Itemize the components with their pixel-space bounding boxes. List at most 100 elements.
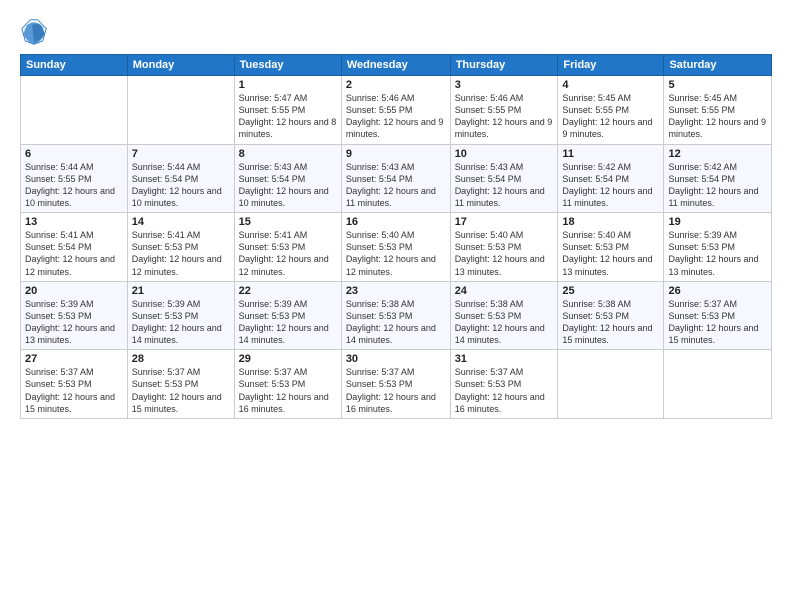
weekday-header-saturday: Saturday bbox=[664, 55, 772, 76]
day-number: 26 bbox=[668, 285, 767, 297]
day-number: 20 bbox=[25, 285, 123, 297]
logo-icon bbox=[20, 18, 48, 46]
week-row-3: 13Sunrise: 5:41 AMSunset: 5:54 PMDayligh… bbox=[21, 213, 772, 282]
day-info: Sunrise: 5:37 AMSunset: 5:53 PMDaylight:… bbox=[455, 366, 554, 415]
day-info: Sunrise: 5:43 AMSunset: 5:54 PMDaylight:… bbox=[239, 161, 337, 210]
day-info: Sunrise: 5:39 AMSunset: 5:53 PMDaylight:… bbox=[132, 298, 230, 347]
calendar-cell: 4Sunrise: 5:45 AMSunset: 5:55 PMDaylight… bbox=[558, 76, 664, 145]
calendar-cell: 12Sunrise: 5:42 AMSunset: 5:54 PMDayligh… bbox=[664, 144, 772, 213]
day-info: Sunrise: 5:37 AMSunset: 5:53 PMDaylight:… bbox=[132, 366, 230, 415]
day-number: 4 bbox=[562, 79, 659, 91]
weekday-header-wednesday: Wednesday bbox=[341, 55, 450, 76]
day-number: 8 bbox=[239, 148, 337, 160]
day-number: 15 bbox=[239, 216, 337, 228]
calendar-cell: 10Sunrise: 5:43 AMSunset: 5:54 PMDayligh… bbox=[450, 144, 558, 213]
day-info: Sunrise: 5:47 AMSunset: 5:55 PMDaylight:… bbox=[239, 92, 337, 141]
calendar-cell: 31Sunrise: 5:37 AMSunset: 5:53 PMDayligh… bbox=[450, 350, 558, 419]
day-info: Sunrise: 5:38 AMSunset: 5:53 PMDaylight:… bbox=[346, 298, 446, 347]
calendar-cell: 7Sunrise: 5:44 AMSunset: 5:54 PMDaylight… bbox=[127, 144, 234, 213]
calendar-cell: 24Sunrise: 5:38 AMSunset: 5:53 PMDayligh… bbox=[450, 281, 558, 350]
day-info: Sunrise: 5:37 AMSunset: 5:53 PMDaylight:… bbox=[239, 366, 337, 415]
calendar-cell: 13Sunrise: 5:41 AMSunset: 5:54 PMDayligh… bbox=[21, 213, 128, 282]
calendar-cell: 27Sunrise: 5:37 AMSunset: 5:53 PMDayligh… bbox=[21, 350, 128, 419]
calendar-cell bbox=[21, 76, 128, 145]
day-info: Sunrise: 5:41 AMSunset: 5:53 PMDaylight:… bbox=[132, 229, 230, 278]
weekday-header-row: SundayMondayTuesdayWednesdayThursdayFrid… bbox=[21, 55, 772, 76]
calendar-cell: 22Sunrise: 5:39 AMSunset: 5:53 PMDayligh… bbox=[234, 281, 341, 350]
day-number: 28 bbox=[132, 353, 230, 365]
calendar-cell: 14Sunrise: 5:41 AMSunset: 5:53 PMDayligh… bbox=[127, 213, 234, 282]
calendar-cell bbox=[664, 350, 772, 419]
calendar-cell: 11Sunrise: 5:42 AMSunset: 5:54 PMDayligh… bbox=[558, 144, 664, 213]
weekday-header-tuesday: Tuesday bbox=[234, 55, 341, 76]
day-info: Sunrise: 5:44 AMSunset: 5:55 PMDaylight:… bbox=[25, 161, 123, 210]
calendar-cell: 29Sunrise: 5:37 AMSunset: 5:53 PMDayligh… bbox=[234, 350, 341, 419]
day-info: Sunrise: 5:41 AMSunset: 5:54 PMDaylight:… bbox=[25, 229, 123, 278]
calendar-cell: 17Sunrise: 5:40 AMSunset: 5:53 PMDayligh… bbox=[450, 213, 558, 282]
week-row-5: 27Sunrise: 5:37 AMSunset: 5:53 PMDayligh… bbox=[21, 350, 772, 419]
day-number: 24 bbox=[455, 285, 554, 297]
day-info: Sunrise: 5:39 AMSunset: 5:53 PMDaylight:… bbox=[668, 229, 767, 278]
day-number: 19 bbox=[668, 216, 767, 228]
day-info: Sunrise: 5:40 AMSunset: 5:53 PMDaylight:… bbox=[455, 229, 554, 278]
day-info: Sunrise: 5:43 AMSunset: 5:54 PMDaylight:… bbox=[346, 161, 446, 210]
week-row-1: 1Sunrise: 5:47 AMSunset: 5:55 PMDaylight… bbox=[21, 76, 772, 145]
day-info: Sunrise: 5:40 AMSunset: 5:53 PMDaylight:… bbox=[562, 229, 659, 278]
calendar-cell: 19Sunrise: 5:39 AMSunset: 5:53 PMDayligh… bbox=[664, 213, 772, 282]
calendar-cell: 16Sunrise: 5:40 AMSunset: 5:53 PMDayligh… bbox=[341, 213, 450, 282]
day-info: Sunrise: 5:39 AMSunset: 5:53 PMDaylight:… bbox=[239, 298, 337, 347]
calendar-cell: 21Sunrise: 5:39 AMSunset: 5:53 PMDayligh… bbox=[127, 281, 234, 350]
calendar-cell: 5Sunrise: 5:45 AMSunset: 5:55 PMDaylight… bbox=[664, 76, 772, 145]
day-number: 2 bbox=[346, 79, 446, 91]
day-number: 18 bbox=[562, 216, 659, 228]
calendar-cell: 26Sunrise: 5:37 AMSunset: 5:53 PMDayligh… bbox=[664, 281, 772, 350]
calendar-cell: 8Sunrise: 5:43 AMSunset: 5:54 PMDaylight… bbox=[234, 144, 341, 213]
day-number: 3 bbox=[455, 79, 554, 91]
weekday-header-thursday: Thursday bbox=[450, 55, 558, 76]
calendar-cell: 25Sunrise: 5:38 AMSunset: 5:53 PMDayligh… bbox=[558, 281, 664, 350]
day-number: 30 bbox=[346, 353, 446, 365]
day-number: 5 bbox=[668, 79, 767, 91]
calendar-cell: 18Sunrise: 5:40 AMSunset: 5:53 PMDayligh… bbox=[558, 213, 664, 282]
logo bbox=[20, 18, 52, 46]
calendar-cell: 6Sunrise: 5:44 AMSunset: 5:55 PMDaylight… bbox=[21, 144, 128, 213]
calendar-cell: 9Sunrise: 5:43 AMSunset: 5:54 PMDaylight… bbox=[341, 144, 450, 213]
day-number: 12 bbox=[668, 148, 767, 160]
day-number: 25 bbox=[562, 285, 659, 297]
weekday-header-sunday: Sunday bbox=[21, 55, 128, 76]
day-number: 14 bbox=[132, 216, 230, 228]
calendar-table: SundayMondayTuesdayWednesdayThursdayFrid… bbox=[20, 54, 772, 419]
day-info: Sunrise: 5:43 AMSunset: 5:54 PMDaylight:… bbox=[455, 161, 554, 210]
day-info: Sunrise: 5:45 AMSunset: 5:55 PMDaylight:… bbox=[562, 92, 659, 141]
calendar-cell: 15Sunrise: 5:41 AMSunset: 5:53 PMDayligh… bbox=[234, 213, 341, 282]
day-number: 16 bbox=[346, 216, 446, 228]
day-number: 7 bbox=[132, 148, 230, 160]
calendar-cell bbox=[127, 76, 234, 145]
calendar-cell: 2Sunrise: 5:46 AMSunset: 5:55 PMDaylight… bbox=[341, 76, 450, 145]
header bbox=[20, 18, 772, 46]
day-info: Sunrise: 5:42 AMSunset: 5:54 PMDaylight:… bbox=[562, 161, 659, 210]
day-number: 29 bbox=[239, 353, 337, 365]
day-number: 13 bbox=[25, 216, 123, 228]
day-info: Sunrise: 5:37 AMSunset: 5:53 PMDaylight:… bbox=[25, 366, 123, 415]
day-info: Sunrise: 5:40 AMSunset: 5:53 PMDaylight:… bbox=[346, 229, 446, 278]
calendar-cell: 20Sunrise: 5:39 AMSunset: 5:53 PMDayligh… bbox=[21, 281, 128, 350]
day-number: 6 bbox=[25, 148, 123, 160]
day-info: Sunrise: 5:46 AMSunset: 5:55 PMDaylight:… bbox=[346, 92, 446, 141]
weekday-header-friday: Friday bbox=[558, 55, 664, 76]
day-number: 9 bbox=[346, 148, 446, 160]
day-info: Sunrise: 5:44 AMSunset: 5:54 PMDaylight:… bbox=[132, 161, 230, 210]
calendar-cell: 30Sunrise: 5:37 AMSunset: 5:53 PMDayligh… bbox=[341, 350, 450, 419]
day-number: 21 bbox=[132, 285, 230, 297]
day-number: 22 bbox=[239, 285, 337, 297]
day-info: Sunrise: 5:39 AMSunset: 5:53 PMDaylight:… bbox=[25, 298, 123, 347]
day-number: 27 bbox=[25, 353, 123, 365]
weekday-header-monday: Monday bbox=[127, 55, 234, 76]
calendar-cell: 1Sunrise: 5:47 AMSunset: 5:55 PMDaylight… bbox=[234, 76, 341, 145]
day-number: 17 bbox=[455, 216, 554, 228]
day-number: 1 bbox=[239, 79, 337, 91]
day-info: Sunrise: 5:37 AMSunset: 5:53 PMDaylight:… bbox=[668, 298, 767, 347]
calendar-cell: 23Sunrise: 5:38 AMSunset: 5:53 PMDayligh… bbox=[341, 281, 450, 350]
day-info: Sunrise: 5:38 AMSunset: 5:53 PMDaylight:… bbox=[562, 298, 659, 347]
day-info: Sunrise: 5:45 AMSunset: 5:55 PMDaylight:… bbox=[668, 92, 767, 141]
